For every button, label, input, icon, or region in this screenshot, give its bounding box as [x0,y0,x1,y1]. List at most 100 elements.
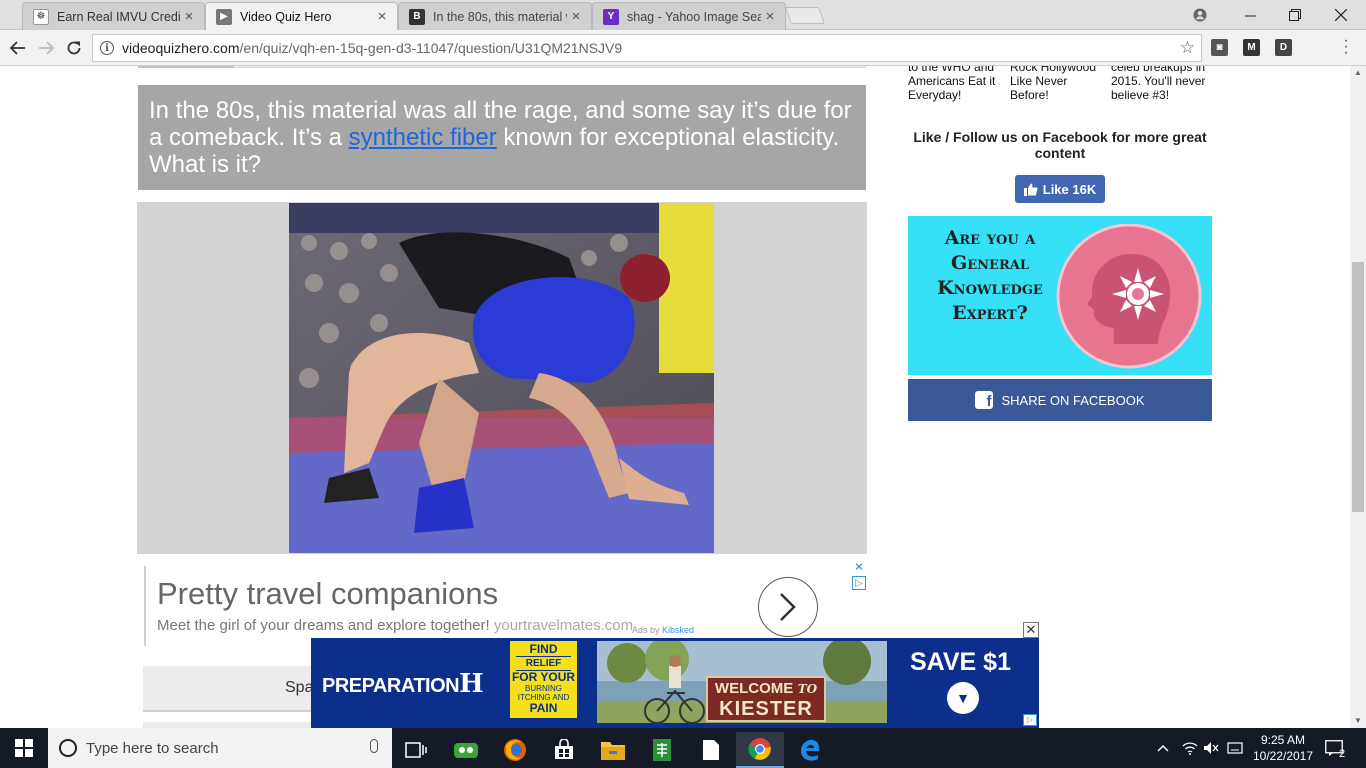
adchoices-icon[interactable]: ▷ [1023,714,1037,726]
previous-answer-stub [138,66,866,68]
ads-by-label[interactable]: Ads by Kibsked [632,625,694,635]
answer-option-label: Spa [285,679,314,696]
tab-title: Video Quiz Hero [240,9,332,24]
tab-strip: ☸ Earn Real IMVU Credits × ▶ Video Quiz … [0,0,1366,30]
close-icon[interactable]: × [761,8,779,25]
question-media [137,202,867,554]
related-link[interactable]: to the WHO and Americans Eat it Everyday… [908,66,1003,102]
clock-date: 10/22/2017 [1252,749,1314,763]
system-clock[interactable]: 9:25 AM 10/22/2017 [1250,732,1316,764]
related-link[interactable]: Rock Hollywood Like Never Before! [1010,66,1105,102]
ad-headline[interactable]: Pretty travel companions [157,576,498,612]
tab-video-quiz-hero[interactable]: ▶ Video Quiz Hero × [205,2,398,30]
back-arrow-icon[interactable] [5,35,31,61]
like-count: Like 16K [1042,181,1097,197]
page-scrollbar[interactable]: ▲ ▼ [1350,66,1366,728]
tab-title: shag - Yahoo Image Sear [627,9,761,24]
forward-arrow-icon[interactable] [33,35,59,61]
imvu-icon: ☸ [33,8,49,25]
wrestling-photo [289,203,714,553]
microphone-icon[interactable] [370,739,378,753]
spreadsheet-app-icon[interactable] [638,732,686,768]
new-tab-button[interactable] [784,7,826,24]
related-link[interactable]: celeb breakups in 2015. You'll never bel… [1111,66,1206,102]
scroll-up-icon[interactable]: ▲ [1350,66,1366,80]
tab-imvu[interactable]: ☸ Earn Real IMVU Credits × [22,2,205,30]
video-quiz-hero-icon: ▶ [216,8,232,25]
reload-icon[interactable] [61,35,87,61]
show-hidden-icons[interactable] [1157,728,1169,768]
previous-button-stub[interactable] [138,66,234,68]
close-icon[interactable]: × [567,8,585,25]
yahoo-icon: Y [603,8,619,25]
note-line: FOR YOUR [511,670,576,684]
ad-close-icon[interactable]: ✕ [852,560,866,574]
share-on-facebook-button[interactable]: f SHARE ON FACEBOOK [908,379,1212,421]
synthetic-fiber-link[interactable]: synthetic fiber [349,124,497,151]
notifications-icon[interactable]: 2 [1325,728,1349,768]
banner-note: FIND RELIEF FOR YOUR BURNING ITCHING AND… [510,641,577,718]
ad-arrow-button[interactable] [758,577,818,637]
facebook-follow-text: Like / Follow us on Facebook for more gr… [913,129,1207,161]
banner-close-icon[interactable]: ✕ [1023,622,1039,638]
url-host: videoquizhero.com [122,40,240,56]
scroll-down-icon[interactable]: ▼ [1350,714,1366,728]
minimize-icon[interactable] [1227,0,1273,30]
sign-text: KIESTER [719,698,813,720]
scrollbar-thumb[interactable] [1352,262,1364,512]
ad-display-url[interactable]: yourtravelmates.com [494,617,633,634]
store-icon[interactable] [540,732,588,768]
close-icon[interactable]: × [373,8,391,25]
preparation-h-banner-ad[interactable]: PREPARATIONH FIND RELIEF FOR YOUR BURNIN… [311,638,1039,728]
close-window-icon[interactable] [1318,0,1364,30]
firefox-icon[interactable] [491,732,539,768]
windows-start-icon[interactable] [0,728,48,768]
tab-bing-search[interactable]: B In the 80s, this material w × [398,2,592,30]
taskbar-search-input[interactable]: Type here to search [48,728,392,768]
search-placeholder: Type here to search [86,739,219,757]
sign-text: TO [797,682,818,696]
chevron-down-icon[interactable]: ▼ [947,682,979,714]
close-icon[interactable]: × [180,8,198,25]
task-view-icon[interactable] [392,732,440,768]
extension-icon-3[interactable]: D [1275,39,1292,56]
clock-time: 9:25 AM [1260,733,1306,747]
profile-icon[interactable] [1177,0,1223,30]
bookmark-star-icon[interactable]: ☆ [1180,38,1195,58]
edge-icon[interactable] [786,732,834,768]
volume-muted-icon[interactable] [1203,728,1219,768]
imvu-taskbar-icon[interactable] [442,732,490,768]
note-line: PAIN [529,701,558,715]
facebook-like-button[interactable]: Like 16K [1015,175,1105,203]
restore-icon[interactable] [1272,0,1318,30]
chrome-menu-icon[interactable]: · · · [1341,33,1351,61]
note-small: BURNING ITCHING AND [517,684,570,702]
tab-title: In the 80s, this material w [433,9,567,24]
document-icon[interactable] [687,732,735,768]
head-icon [1056,224,1202,369]
text-ad[interactable]: Pretty travel companions Meet the girl o… [144,560,866,646]
bing-icon: B [409,8,425,25]
chrome-taskbar-icon[interactable] [736,732,784,768]
adchoices-icon[interactable]: ▷ [852,576,866,590]
banner-scene-image: WELCOME TO KIESTER [597,641,887,723]
tab-yahoo-images[interactable]: Y shag - Yahoo Image Sear × [592,2,786,30]
ads-by-network: Kibsked [662,625,695,635]
file-explorer-icon[interactable] [589,732,637,768]
sign-text: WELCOME [714,680,794,697]
keyboard-language-icon[interactable] [1227,728,1243,768]
ads-by-prefix: Ads by [632,625,660,635]
extension-icon-1[interactable]: ◙ [1211,39,1228,56]
wifi-icon[interactable] [1182,728,1198,768]
general-knowledge-promo[interactable]: Are you a General Knowledge Expert? [908,216,1212,375]
browser-toolbar: i videoquizhero.com/en/quiz/vqh-en-15q-g… [0,30,1366,66]
note-line: RELIEF [516,656,571,671]
question-text: In the 80s, this material was all the ra… [138,85,866,190]
banner-brand: PREPARATIONH [322,669,484,699]
banner-cta[interactable]: SAVE $1 [910,648,1011,677]
brand-text: PREPARATION [322,675,460,697]
site-info-icon[interactable]: i [100,41,114,55]
address-bar[interactable]: i videoquizhero.com/en/quiz/vqh-en-15q-g… [92,34,1202,62]
extension-icon-2[interactable]: M [1243,39,1260,56]
thumbs-up-icon [1023,183,1038,196]
